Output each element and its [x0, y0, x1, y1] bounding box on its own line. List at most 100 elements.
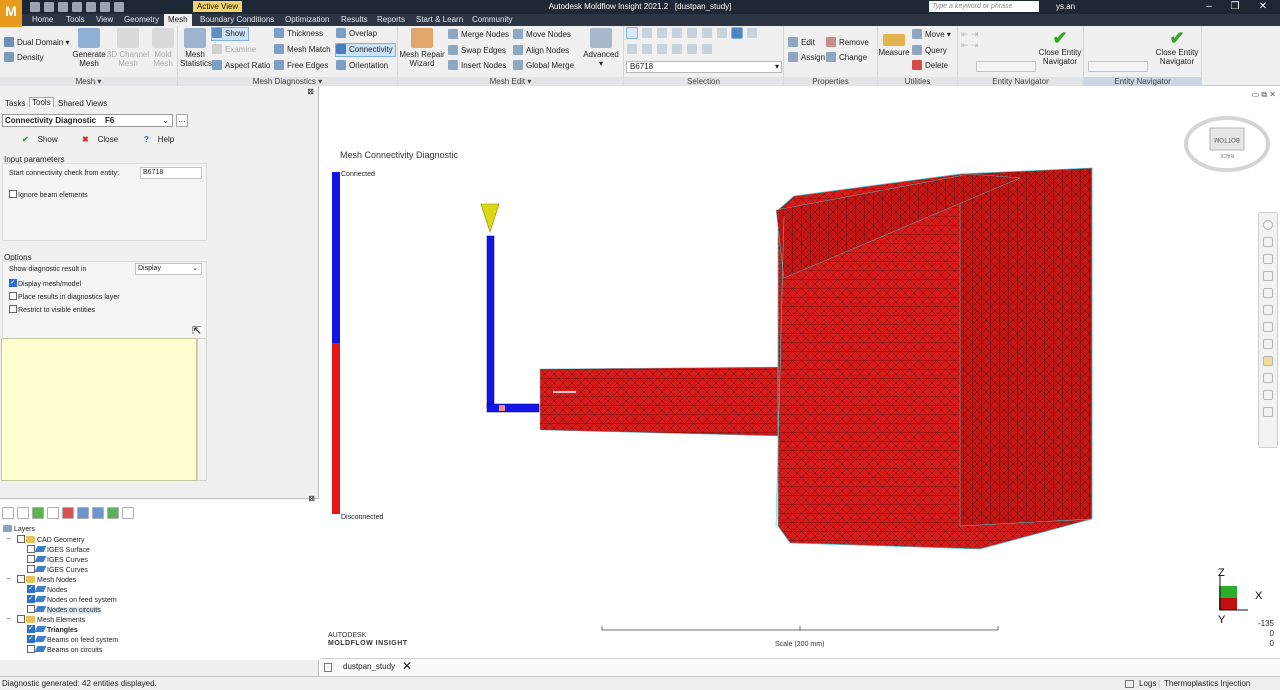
navigator-entity-input-2[interactable] — [1088, 61, 1148, 72]
tab-reports[interactable]: Reports — [373, 14, 409, 26]
logs-button[interactable]: Logs — [1139, 677, 1156, 690]
align-nodes-button[interactable]: Align Nodes — [513, 45, 569, 57]
move-button[interactable]: Move ▾ — [912, 29, 951, 41]
tab-start-learn[interactable]: Start & Learn — [412, 14, 467, 26]
clip-plane-icon[interactable] — [1263, 373, 1273, 383]
minimize-icon[interactable]: – — [1196, 0, 1222, 14]
rotate-icon[interactable] — [1263, 254, 1273, 264]
orientation-button[interactable]: Orientation — [336, 60, 388, 72]
select-arrow-icon[interactable] — [626, 27, 638, 39]
layer-group[interactable]: − Mesh Elements — [3, 615, 118, 625]
select-expand-icon[interactable] — [657, 44, 667, 54]
document-tab[interactable]: dustpan_study — [343, 662, 395, 671]
steering-wheel-icon[interactable] — [1263, 220, 1273, 230]
expand-icon[interactable]: ⇱ — [192, 324, 201, 337]
tab-tools[interactable]: Tools — [62, 14, 89, 26]
tab-tools-panel[interactable]: Tools — [29, 97, 54, 107]
active-view-dropdown[interactable]: Active View — [193, 1, 243, 12]
3d-channel-mesh-button[interactable]: 3D Channel Mesh — [106, 28, 150, 68]
tab-boundary-conditions[interactable]: Boundary Conditions — [196, 14, 278, 26]
select-front-icon[interactable] — [731, 27, 743, 39]
layer-visible-icon[interactable] — [17, 507, 29, 519]
global-merge-button[interactable]: Global Merge — [513, 60, 574, 72]
edit-property-button[interactable]: Edit — [788, 37, 815, 49]
remove-property-button[interactable]: Remove — [826, 37, 869, 49]
layer-group[interactable]: − CAD Geometry — [3, 535, 118, 545]
new-icon[interactable] — [30, 2, 40, 12]
select-polygon-icon[interactable] — [672, 28, 682, 38]
zoom-extents-icon[interactable] — [1263, 322, 1273, 332]
collapse-icon[interactable]: − — [5, 576, 12, 584]
measure-button[interactable]: Measure — [878, 28, 910, 57]
layer-item[interactable]: Beams on feed system — [3, 634, 118, 645]
analysis-mode[interactable]: Thermoplastics Injection Molding — [1164, 677, 1280, 690]
swap-edges-button[interactable]: Swap Edges — [448, 45, 506, 57]
select-box-icon[interactable] — [642, 28, 652, 38]
collapse-icon[interactable]: − — [5, 536, 12, 544]
save-icon[interactable] — [58, 2, 68, 12]
query-button[interactable]: Query — [912, 45, 947, 57]
tab-tasks[interactable]: Tasks — [5, 99, 25, 108]
layer-properties-icon[interactable] — [47, 507, 59, 519]
advanced-dropdown[interactable]: Advanced ▾ — [582, 28, 620, 68]
show-result-select[interactable]: Display ⌄ — [135, 263, 202, 275]
tab-community[interactable]: Community — [468, 14, 516, 26]
tab-optimization[interactable]: Optimization — [281, 14, 333, 26]
dual-domain-dropdown[interactable]: Dual Domain ▾ — [4, 37, 70, 49]
navigator-entity-input[interactable] — [976, 61, 1036, 72]
aspect-ratio-button[interactable]: Aspect Ratio — [212, 60, 270, 72]
section-icon[interactable] — [1263, 390, 1273, 400]
layer-item[interactable]: Nodes — [3, 584, 118, 595]
delete-layer-icon[interactable] — [62, 507, 74, 519]
more-nav-icon[interactable] — [1263, 407, 1273, 417]
free-edges-button[interactable]: Free Edges — [274, 60, 328, 72]
tool-options-button[interactable]: … — [176, 114, 188, 127]
select-circle-icon[interactable] — [657, 28, 667, 38]
measure-nav-icon[interactable] — [1263, 356, 1273, 366]
checkbox-icon[interactable] — [17, 535, 25, 543]
restrict-visible-checkbox[interactable]: Restrict to visible entities — [9, 305, 95, 314]
checkbox-icon[interactable] — [17, 615, 25, 623]
assign-property-button[interactable]: Assign — [788, 52, 825, 64]
select-icon[interactable] — [114, 2, 124, 12]
merge-nodes-button[interactable]: Merge Nodes — [448, 29, 509, 41]
select-property-icon[interactable] — [687, 28, 697, 38]
view-cube[interactable]: BOTTOM BACK — [1184, 116, 1270, 178]
layer-item[interactable]: Triangles — [3, 624, 118, 635]
density-button[interactable]: Density — [4, 52, 44, 64]
zoom-window-icon[interactable] — [1263, 305, 1273, 315]
layer-item[interactable]: IGES Curves — [3, 555, 118, 565]
layer-item[interactable]: Nodes on feed system — [3, 594, 118, 605]
restore-icon[interactable]: ❐ — [1222, 0, 1248, 14]
select-layer-icon[interactable] — [702, 28, 712, 38]
select-all-icon[interactable] — [627, 44, 637, 54]
tab-home[interactable]: Home — [28, 14, 57, 26]
delete-button[interactable]: Delete — [912, 60, 948, 72]
close-tab-icon[interactable]: ✕ — [402, 659, 412, 673]
thickness-button[interactable]: Thickness — [274, 28, 323, 40]
examine-button[interactable]: Examine — [212, 44, 256, 56]
layer-item[interactable]: IGES Curves — [3, 565, 118, 575]
close-diagnostic-button[interactable]: ✖ Close — [82, 134, 118, 146]
tab-results[interactable]: Results — [337, 14, 372, 26]
tab-geometry[interactable]: Geometry — [120, 14, 163, 26]
select-filter-icon[interactable] — [717, 28, 727, 38]
tab-shared-views[interactable]: Shared Views — [58, 99, 107, 108]
layer-up-icon[interactable] — [92, 507, 104, 519]
mold-mesh-button[interactable]: Mold Mesh — [150, 28, 176, 68]
overlap-button[interactable]: Overlap — [336, 28, 377, 40]
tab-mesh[interactable]: Mesh — [164, 14, 192, 26]
select-grow-icon[interactable] — [672, 44, 682, 54]
close-window-icon[interactable]: ✕ — [1250, 0, 1276, 14]
change-property-button[interactable]: Change — [826, 52, 867, 64]
help-search-input[interactable]: Type a keyword or phrase — [929, 1, 1039, 12]
close-entity-navigator-button[interactable]: ✔ Close Entity Navigator — [1038, 28, 1082, 66]
clean-layer-icon[interactable] — [122, 507, 134, 519]
model-canvas[interactable]: Connected Disconnected Z X Y — [320, 86, 1280, 658]
entity-select-input[interactable]: B6718 ▾ — [626, 61, 782, 73]
start-entity-input[interactable]: B6718 — [140, 167, 202, 179]
select-through-icon[interactable] — [747, 28, 757, 38]
select-save-icon[interactable] — [702, 44, 712, 54]
layer-item[interactable]: Beams on circuits — [3, 645, 118, 655]
move-nodes-button[interactable]: Move Nodes — [513, 29, 571, 41]
